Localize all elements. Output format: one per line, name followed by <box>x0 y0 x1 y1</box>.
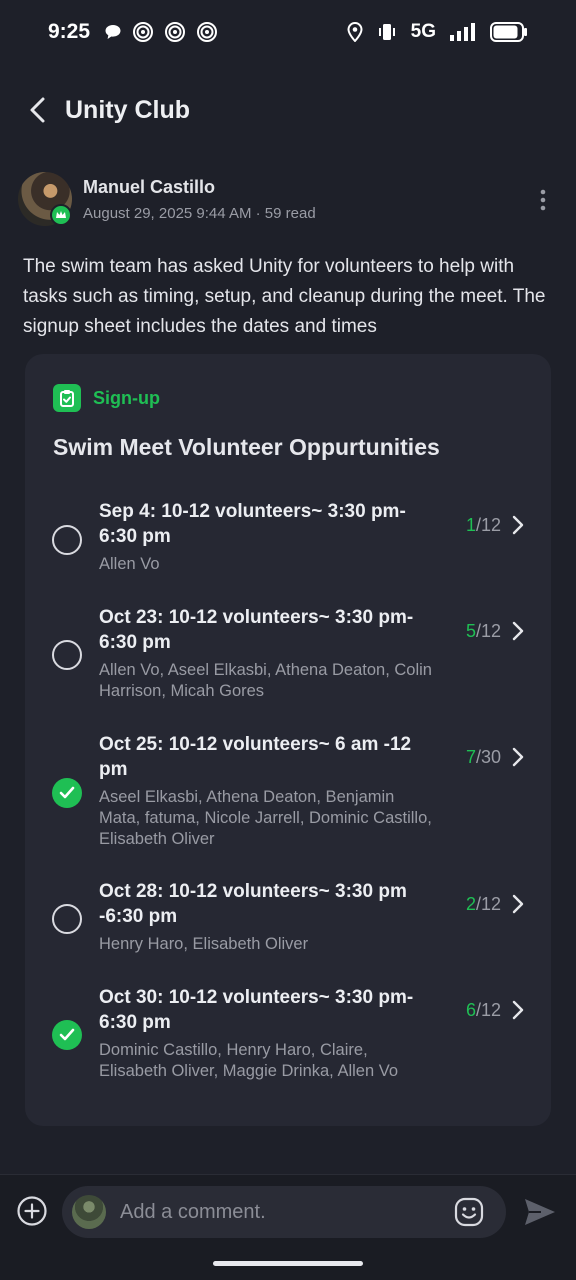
slot-count-total: /12 <box>475 621 501 641</box>
status-time: 9:25 <box>48 20 91 43</box>
slot-title: Oct 30: 10-12 volunteers~ 3:30 pm-6:30 p… <box>99 987 414 1033</box>
author-avatar[interactable] <box>18 172 72 226</box>
vibrate-icon <box>378 24 395 40</box>
post-body: The swim team has asked Unity for volunt… <box>23 256 546 337</box>
slot-count-current: 1 <box>465 515 476 535</box>
send-button[interactable] <box>523 1197 557 1227</box>
threads-icon <box>197 22 218 42</box>
slot-title: Oct 25: 10-12 volunteers~ 6 am -12 pm <box>99 734 412 780</box>
slot-names: Henry Haro, Elisabeth Oliver <box>99 935 309 953</box>
signup-slot[interactable]: Sep 4: 10-12 volunteers~ 3:30 pm-6:30 pm… <box>25 499 551 585</box>
chevron-right-icon[interactable] <box>511 1000 525 1020</box>
comment-bar <box>0 1174 576 1248</box>
slot-names: Aseel Elkasbi, Athena Deaton, Benjamin M… <box>99 788 432 848</box>
slot-title: Sep 4: 10-12 volunteers~ 3:30 pm-6:30 pm <box>99 501 406 547</box>
chevron-right-icon[interactable] <box>511 515 525 535</box>
threads-icon <box>133 22 154 42</box>
post-header: Manuel Castillo August 29, 2025 9:44 AM … <box>18 172 558 228</box>
checkmark-icon <box>59 1028 75 1041</box>
slot-count-current: 6 <box>465 1000 476 1020</box>
slot-names: Dominic Castillo, Henry Haro, Claire, El… <box>99 1041 398 1080</box>
signup-card: Sign-up Swim Meet Volunteer Oppurtunitie… <box>25 354 551 1126</box>
slot-count: 5/12 <box>466 621 501 642</box>
threads-icon <box>165 22 186 42</box>
chevron-left-icon <box>30 97 45 123</box>
slot-text: Oct 25: 10-12 volunteers~ 6 am -12 pm As… <box>99 732 439 850</box>
slot-count-total: /30 <box>475 747 501 767</box>
chat-bubble-icon <box>105 25 121 39</box>
chevron-right-icon[interactable] <box>511 621 525 641</box>
slot-radio-checked[interactable] <box>52 1020 82 1050</box>
crown-icon <box>56 211 66 218</box>
status-bar: 9:25 5G <box>0 0 576 64</box>
admin-badge <box>50 204 72 226</box>
slot-count-current: 5 <box>465 621 476 641</box>
chevron-right-icon[interactable] <box>511 747 525 767</box>
slot-count-current: 2 <box>465 894 476 914</box>
emoji-button[interactable] <box>454 1197 484 1227</box>
slot-count-total: /12 <box>475 515 501 535</box>
app-header: Unity Club <box>0 80 576 140</box>
signup-slot[interactable]: Oct 30: 10-12 volunteers~ 3:30 pm-6:30 p… <box>25 985 551 1085</box>
slot-names: Allen Vo <box>99 555 160 573</box>
slot-count-total: /12 <box>475 1000 501 1020</box>
home-indicator[interactable] <box>213 1261 363 1266</box>
checkmark-icon <box>59 786 75 799</box>
more-vertical-icon <box>540 189 546 211</box>
author-info: Manuel Castillo August 29, 2025 9:44 AM … <box>83 172 316 228</box>
signup-slot[interactable]: Oct 28: 10-12 volunteers~ 3:30 pm -6:30 … <box>25 879 551 959</box>
slot-title: Oct 23: 10-12 volunteers~ 3:30 pm-6:30 p… <box>99 607 414 653</box>
location-icon <box>347 22 363 42</box>
slot-radio-checked[interactable] <box>52 778 82 808</box>
slot-count-current: 7 <box>465 747 476 767</box>
battery-icon <box>490 22 527 42</box>
slot-radio[interactable] <box>52 525 82 555</box>
more-options-button[interactable] <box>528 172 558 228</box>
network-type: 5G <box>410 21 436 42</box>
comment-input-wrap <box>62 1186 506 1238</box>
slot-count-total: /12 <box>475 894 501 914</box>
author-name[interactable]: Manuel Castillo <box>83 177 316 198</box>
comment-input[interactable] <box>120 1200 430 1224</box>
notification-icons <box>104 21 218 43</box>
chevron-right-icon[interactable] <box>511 894 525 914</box>
slot-text: Oct 23: 10-12 volunteers~ 3:30 pm-6:30 p… <box>99 605 439 702</box>
status-right: 5G <box>347 21 528 43</box>
post-meta: August 29, 2025 9:44 AM · 59 read <box>83 205 316 222</box>
slot-count: 1/12 <box>466 515 501 536</box>
slot-count: 7/30 <box>466 747 501 768</box>
signup-slot[interactable]: Oct 25: 10-12 volunteers~ 6 am -12 pm As… <box>25 732 551 852</box>
signup-tag: Sign-up <box>53 384 160 412</box>
signup-title: Swim Meet Volunteer Oppurtunities <box>53 434 440 460</box>
user-avatar <box>72 1195 106 1229</box>
signup-slot[interactable]: Oct 23: 10-12 volunteers~ 3:30 pm-6:30 p… <box>25 605 551 705</box>
signup-tag-label: Sign-up <box>93 387 160 408</box>
slot-text: Sep 4: 10-12 volunteers~ 3:30 pm-6:30 pm… <box>99 499 439 575</box>
page-title: Unity Club <box>65 95 190 124</box>
back-button[interactable] <box>22 95 52 125</box>
slot-radio[interactable] <box>52 904 82 934</box>
slot-title: Oct 28: 10-12 volunteers~ 3:30 pm -6:30 … <box>99 881 407 927</box>
slot-names: Allen Vo, Aseel Elkasbi, Athena Deaton, … <box>99 661 432 700</box>
slot-count: 6/12 <box>466 1000 501 1021</box>
slot-radio[interactable] <box>52 640 82 670</box>
slot-text: Oct 30: 10-12 volunteers~ 3:30 pm-6:30 p… <box>99 985 439 1082</box>
clipboard-check-icon <box>53 384 81 412</box>
slot-text: Oct 28: 10-12 volunteers~ 3:30 pm -6:30 … <box>99 879 439 955</box>
slot-count: 2/12 <box>466 894 501 915</box>
add-attachment-button[interactable] <box>16 1195 48 1227</box>
signal-icon <box>450 23 475 41</box>
